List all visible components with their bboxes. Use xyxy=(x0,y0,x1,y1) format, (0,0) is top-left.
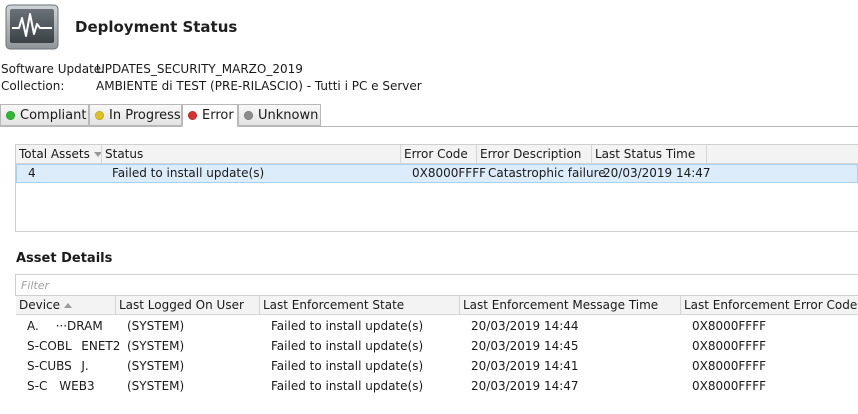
column-header-last-status-time[interactable]: Last Status Time xyxy=(592,145,707,164)
filter-box xyxy=(15,274,858,296)
monitor-chart-icon xyxy=(5,4,59,50)
column-header-status[interactable]: Status xyxy=(102,145,401,164)
column-header-error-description[interactable]: Error Description xyxy=(477,145,592,164)
column-header-last-logged-on-user[interactable]: Last Logged On User xyxy=(116,296,260,315)
green-status-dot-icon xyxy=(6,110,15,120)
red-status-dot-icon xyxy=(188,111,197,120)
yellow-status-dot-icon xyxy=(95,110,104,120)
gray-status-dot-icon xyxy=(244,110,253,120)
table-row[interactable]: S-CUBS J. (SYSTEM) Failed to install upd… xyxy=(16,356,858,376)
state-cell: Failed to install update(s) xyxy=(271,359,424,373)
sort-up-icon xyxy=(64,303,73,308)
tab-label: Error xyxy=(202,108,234,123)
summary-last-status-time: 20/03/2019 14:47 xyxy=(603,166,711,180)
state-cell: Failed to install update(s) xyxy=(271,339,424,353)
column-header-device[interactable]: Device xyxy=(16,296,116,315)
column-header-filler xyxy=(707,145,858,164)
software-update-label: Software Update: xyxy=(1,62,106,76)
table-row[interactable]: S-COBL ENET2 (SYSTEM) Failed to install … xyxy=(16,336,858,356)
error-code-cell: 0X8000FFFF xyxy=(692,359,767,373)
column-header-total-assets[interactable]: Total Assets xyxy=(16,145,102,164)
user-cell: (SYSTEM) xyxy=(127,359,185,373)
table-row[interactable]: S-C WEB3 (SYSTEM) Failed to install upda… xyxy=(16,376,858,396)
filter-input[interactable] xyxy=(16,275,858,295)
column-header-last-enforcement-state[interactable]: Last Enforcement State xyxy=(260,296,460,315)
error-code-cell: 0X8000FFFF xyxy=(692,379,767,393)
summary-error-description: Catastrophic failure xyxy=(488,166,606,180)
user-cell: (SYSTEM) xyxy=(127,319,185,333)
error-code-cell: 0X8000FFFF xyxy=(692,319,767,333)
message-time-cell: 20/03/2019 14:41 xyxy=(471,359,579,373)
message-time-cell: 20/03/2019 14:45 xyxy=(471,339,579,353)
tab-label: Unknown xyxy=(258,107,319,123)
device-cell: S-COBL ENET2 xyxy=(27,339,121,353)
state-cell: Failed to install update(s) xyxy=(271,319,424,333)
page-title: Deployment Status xyxy=(75,18,238,36)
sort-down-icon xyxy=(93,152,101,157)
asset-details-heading: Asset Details xyxy=(16,251,113,266)
column-header-error-code[interactable]: Error Code xyxy=(401,145,477,164)
tab-label: Compliant xyxy=(20,107,87,123)
device-cell: S-C WEB3 xyxy=(27,379,95,393)
collection-label: Collection: xyxy=(1,79,65,93)
tab-in-progress[interactable]: In Progress xyxy=(89,104,182,126)
tab-label: In Progress xyxy=(109,107,181,123)
state-cell: Failed to install update(s) xyxy=(271,379,424,393)
message-time-cell: 20/03/2019 14:44 xyxy=(471,319,579,333)
device-cell: A. ···DRAM xyxy=(27,319,103,333)
user-cell: (SYSTEM) xyxy=(127,379,185,393)
collection-value: AMBIENTE di TEST (PRE-RILASCIO) - Tutti … xyxy=(96,79,422,93)
user-cell: (SYSTEM) xyxy=(127,339,185,353)
error-code-cell: 0X8000FFFF xyxy=(692,339,767,353)
summary-error-code: 0X8000FFFF xyxy=(412,166,487,180)
column-header-last-enforcement-error-code[interactable]: Last Enforcement Error Code xyxy=(681,296,858,315)
tab-error[interactable]: Error xyxy=(182,104,238,127)
column-header-last-enforcement-message-time[interactable]: Last Enforcement Message Time xyxy=(460,296,681,315)
tab-compliant[interactable]: Compliant xyxy=(0,104,89,126)
table-row[interactable]: A. ···DRAM (SYSTEM) Failed to install up… xyxy=(16,316,858,336)
summary-total-assets: 4 xyxy=(28,166,36,180)
device-cell: S-CUBS J. xyxy=(27,359,94,373)
software-update-value: UPDATES_SECURITY_MARZO_2019 xyxy=(96,62,303,76)
message-time-cell: 20/03/2019 14:47 xyxy=(471,379,579,393)
tab-unknown[interactable]: Unknown xyxy=(238,104,321,126)
summary-status: Failed to install update(s) xyxy=(112,166,265,180)
